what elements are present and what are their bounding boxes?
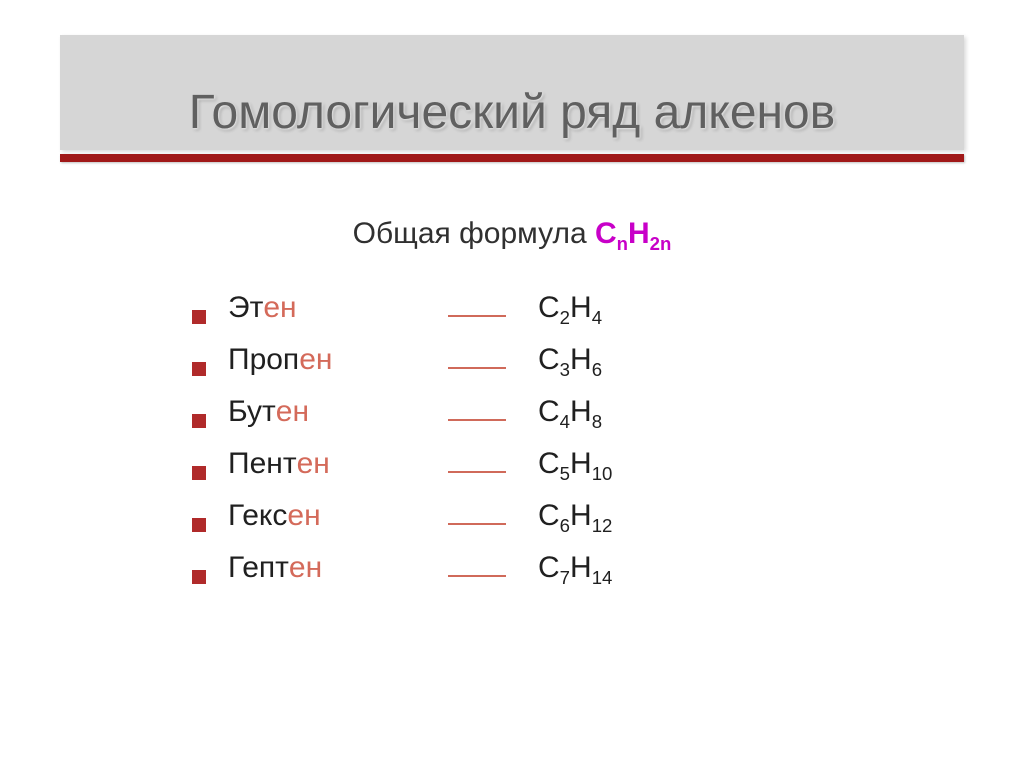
list-item: Гексен C6H12 [192, 499, 832, 551]
formula-c-sub: 3 [560, 359, 570, 380]
name-root: Бут [228, 395, 276, 429]
formula-c-sub: 2 [560, 307, 570, 328]
compound-name: Гептен [228, 551, 448, 585]
list-item: Пентен C5H10 [192, 447, 832, 499]
formula-h: H [570, 395, 592, 428]
bullet-icon [192, 570, 206, 584]
name-suffix: ен [276, 395, 309, 429]
dash-icon [448, 419, 506, 421]
formula-c-sub: 4 [560, 411, 570, 432]
bullet-icon [192, 414, 206, 428]
compound-formula: C5H10 [538, 447, 612, 481]
formula-c: C [538, 499, 560, 532]
dash-icon [448, 315, 506, 317]
formula-n: n [617, 233, 628, 254]
compound-formula: C7H14 [538, 551, 612, 585]
compound-name: Гексен [228, 499, 448, 533]
compound-formula: C2H4 [538, 291, 602, 325]
name-suffix: ен [299, 343, 332, 377]
name-root: Гепт [228, 551, 289, 585]
name-root: Эт [228, 291, 263, 325]
compound-formula: C6H12 [538, 499, 612, 533]
formula-c: C [538, 291, 560, 324]
connector [448, 471, 538, 473]
formula-c: C [538, 395, 560, 428]
formula-h-sub: 6 [592, 359, 602, 380]
formula-h: H [570, 447, 592, 480]
formula-c-sub: 6 [560, 515, 570, 536]
compound-formula: C3H6 [538, 343, 602, 377]
formula-c: C [538, 551, 560, 584]
formula-c-sub: 7 [560, 567, 570, 588]
dash-icon [448, 575, 506, 577]
formula-c-sub: 5 [560, 463, 570, 484]
bullet-icon [192, 362, 206, 376]
compound-name: Бутен [228, 395, 448, 429]
dash-icon [448, 523, 506, 525]
name-root: Пент [228, 447, 297, 481]
name-suffix: ен [287, 499, 320, 533]
formula-h-sub: 4 [592, 307, 602, 328]
name-root: Проп [228, 343, 299, 377]
dash-icon [448, 367, 506, 369]
dash-icon [448, 471, 506, 473]
general-formula: CnH2n [595, 217, 671, 250]
list-item: Гептен C7H14 [192, 551, 832, 603]
formula-h-sub: 14 [592, 567, 613, 588]
formula-h-sub: 12 [592, 515, 613, 536]
subtitle-prefix: Общая формула [353, 217, 595, 250]
subtitle: Общая формула CnH2n [60, 217, 964, 251]
formula-h: H [570, 551, 592, 584]
title-block: Гомологический ряд алкенов [60, 35, 964, 150]
connector [448, 419, 538, 421]
bullet-icon [192, 518, 206, 532]
name-suffix: ен [263, 291, 296, 325]
formula-c: C [595, 217, 617, 250]
slide: Гомологический ряд алкенов Общая формула… [0, 0, 1024, 643]
formula-h: H [628, 217, 650, 250]
connector [448, 367, 538, 369]
connector [448, 575, 538, 577]
divider [60, 154, 964, 162]
name-suffix: ен [289, 551, 322, 585]
formula-h-sub: 8 [592, 411, 602, 432]
formula-c: C [538, 447, 560, 480]
formula-h: H [570, 499, 592, 532]
list-item: Бутен C4H8 [192, 395, 832, 447]
list-item: Этен C2H4 [192, 291, 832, 343]
list-item: Пропен C3H6 [192, 343, 832, 395]
homolog-list: Этен C2H4 Пропен C3H6 Бутен C4H8 [192, 291, 832, 603]
connector [448, 315, 538, 317]
formula-2n: 2n [650, 233, 672, 254]
bullet-icon [192, 466, 206, 480]
compound-name: Пропен [228, 343, 448, 377]
formula-h: H [570, 291, 592, 324]
formula-h-sub: 10 [592, 463, 613, 484]
formula-h: H [570, 343, 592, 376]
name-root: Гекс [228, 499, 287, 533]
page-title: Гомологический ряд алкенов [60, 85, 964, 140]
connector [448, 523, 538, 525]
bullet-icon [192, 310, 206, 324]
compound-name: Этен [228, 291, 448, 325]
formula-c: C [538, 343, 560, 376]
compound-name: Пентен [228, 447, 448, 481]
compound-formula: C4H8 [538, 395, 602, 429]
name-suffix: ен [297, 447, 330, 481]
